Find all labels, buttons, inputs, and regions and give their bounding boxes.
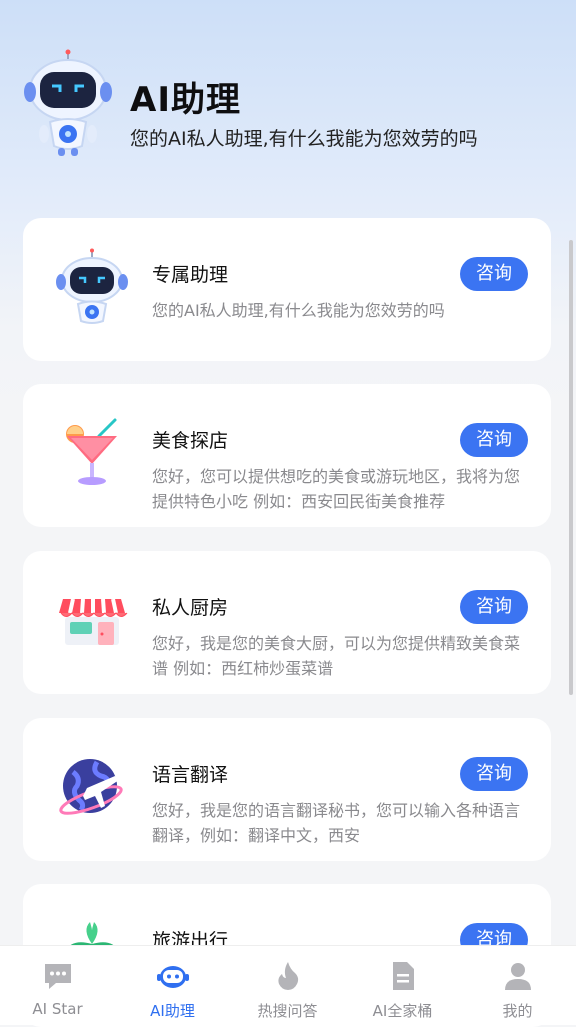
page-title: AI助理 (130, 80, 241, 120)
assistant-card-exclusive[interactable]: 专属助理 您的AI私人助理,有什么我能为您效劳的吗 咨询 (23, 218, 551, 361)
card-title: 语言翻译 (152, 764, 229, 786)
card-description: 您好，我是您的语言翻译秘书，您可以输入各种语言翻译，例如：翻译中文，西安 (152, 801, 521, 845)
globe-plane-icon (59, 759, 123, 815)
tab-label: AI Star (32, 1000, 83, 1018)
robot-icon (24, 49, 112, 156)
assistant-card-food[interactable]: 美食探店 您好，您可以提供想吃的美食或游玩地区，我将为您提供特色小吃 例如：西安… (23, 384, 551, 527)
tab-mine[interactable]: 我的 (460, 946, 576, 1025)
user-icon (505, 963, 531, 990)
tab-label: AI助理 (150, 1002, 195, 1020)
consult-button[interactable]: 咨询 (460, 423, 528, 457)
cocktail-icon (66, 418, 117, 485)
tab-ai-assistant[interactable]: AI助理 (115, 946, 230, 1025)
card-description: 您的AI私人助理,有什么我能为您效劳的吗 (152, 301, 445, 320)
robot-face-icon (157, 966, 189, 988)
flame-icon (278, 962, 299, 990)
consult-button[interactable]: 咨询 (460, 590, 528, 624)
tab-hot-qa[interactable]: 热搜问答 (230, 946, 345, 1025)
bottom-tab-bar: AI Star AI助理 热搜问答 AI全家桶 我的 (0, 945, 576, 1025)
tab-label: 热搜问答 (257, 1002, 318, 1020)
chat-bubble-icon (45, 964, 71, 989)
assistant-card-kitchen[interactable]: 私人厨房 您好，我是您的美食大厨，可以为您提供精致美食菜谱 例如：西红柿炒蛋菜谱… (23, 551, 551, 694)
consult-button[interactable]: 咨询 (460, 757, 528, 791)
assistant-card-translate[interactable]: 语言翻译 您好，我是您的语言翻译秘书，您可以输入各种语言翻译，例如：翻译中文，西… (23, 718, 551, 861)
tab-ai-star[interactable]: AI Star (0, 946, 115, 1025)
page-subtitle: 您的AI私人助理,有什么我能为您效劳的吗 (130, 128, 478, 150)
tab-ai-suite[interactable]: AI全家桶 (345, 946, 460, 1025)
card-title: 私人厨房 (152, 597, 229, 619)
page-header: AI助理 您的AI私人助理,有什么我能为您效劳的吗 (0, 0, 576, 210)
card-description: 您好，您可以提供想吃的美食或游玩地区，我将为您提供特色小吃 例如：西安回民街美食… (152, 467, 521, 511)
consult-button[interactable]: 咨询 (460, 257, 528, 291)
store-icon (59, 598, 128, 645)
tab-label: 我的 (502, 1002, 533, 1020)
card-description: 您好，我是您的美食大厨，可以为您提供精致美食菜谱 例如：西红柿炒蛋菜谱 (152, 634, 521, 678)
tab-label: AI全家桶 (372, 1002, 433, 1020)
card-title: 美食探店 (152, 430, 229, 452)
robot-icon (56, 248, 128, 324)
card-title: 专属助理 (152, 264, 229, 286)
scrollbar[interactable] (569, 240, 573, 695)
document-icon (393, 962, 414, 990)
